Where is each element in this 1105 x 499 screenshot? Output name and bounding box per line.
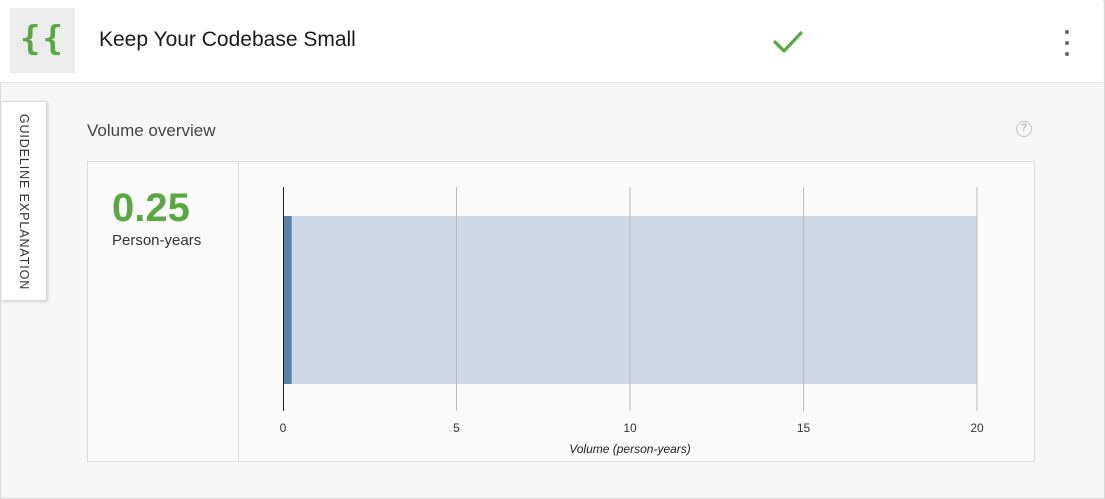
- help-icon[interactable]: ?: [1016, 121, 1032, 137]
- check-icon: [773, 31, 803, 53]
- x-tick-label: 15: [797, 421, 811, 435]
- app-logo: {{: [10, 8, 75, 73]
- section-title: Volume overview: [87, 121, 216, 140]
- logo-text: {{: [20, 18, 65, 59]
- x-tick-label: 0: [280, 421, 287, 435]
- guideline-explanation-tab[interactable]: GUIDELINE EXPLANATION: [2, 101, 47, 301]
- header: {{ Keep Your Codebase Small: [0, 0, 1103, 83]
- volume-overview-card: 0.25 Person-years 0 5 10 15 20 Volume (person…: [87, 161, 1035, 462]
- value-bar: [283, 216, 292, 384]
- x-tick-label: 20: [970, 421, 984, 435]
- volume-chart: 0 5 10 15 20 Volume (person-years): [280, 187, 984, 456]
- x-tick-label: 10: [623, 421, 637, 435]
- x-tick-label: 5: [453, 421, 460, 435]
- x-axis-label: Volume (person-years): [569, 442, 691, 456]
- guideline-explanation-label: GUIDELINE EXPLANATION: [17, 113, 31, 291]
- kebab-menu-icon[interactable]: [1059, 30, 1075, 56]
- page-title: Keep Your Codebase Small: [99, 28, 356, 51]
